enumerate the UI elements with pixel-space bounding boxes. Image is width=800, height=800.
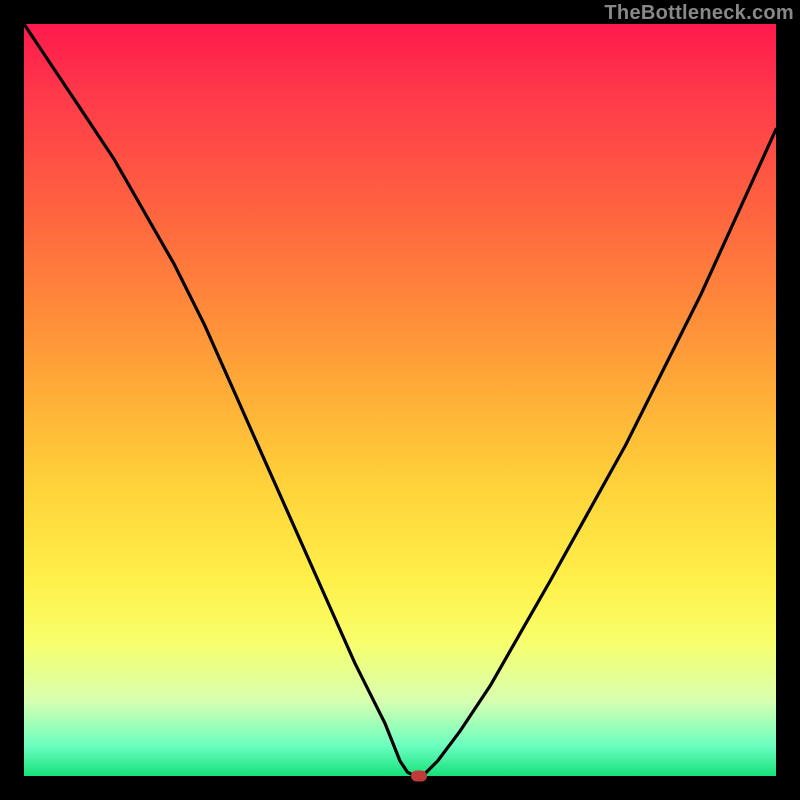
minimum-marker: [411, 771, 427, 782]
bottleneck-curve: [24, 24, 776, 776]
plot-area: [24, 24, 776, 776]
watermark-text: TheBottleneck.com: [604, 2, 794, 25]
chart-frame: TheBottleneck.com: [0, 0, 800, 800]
